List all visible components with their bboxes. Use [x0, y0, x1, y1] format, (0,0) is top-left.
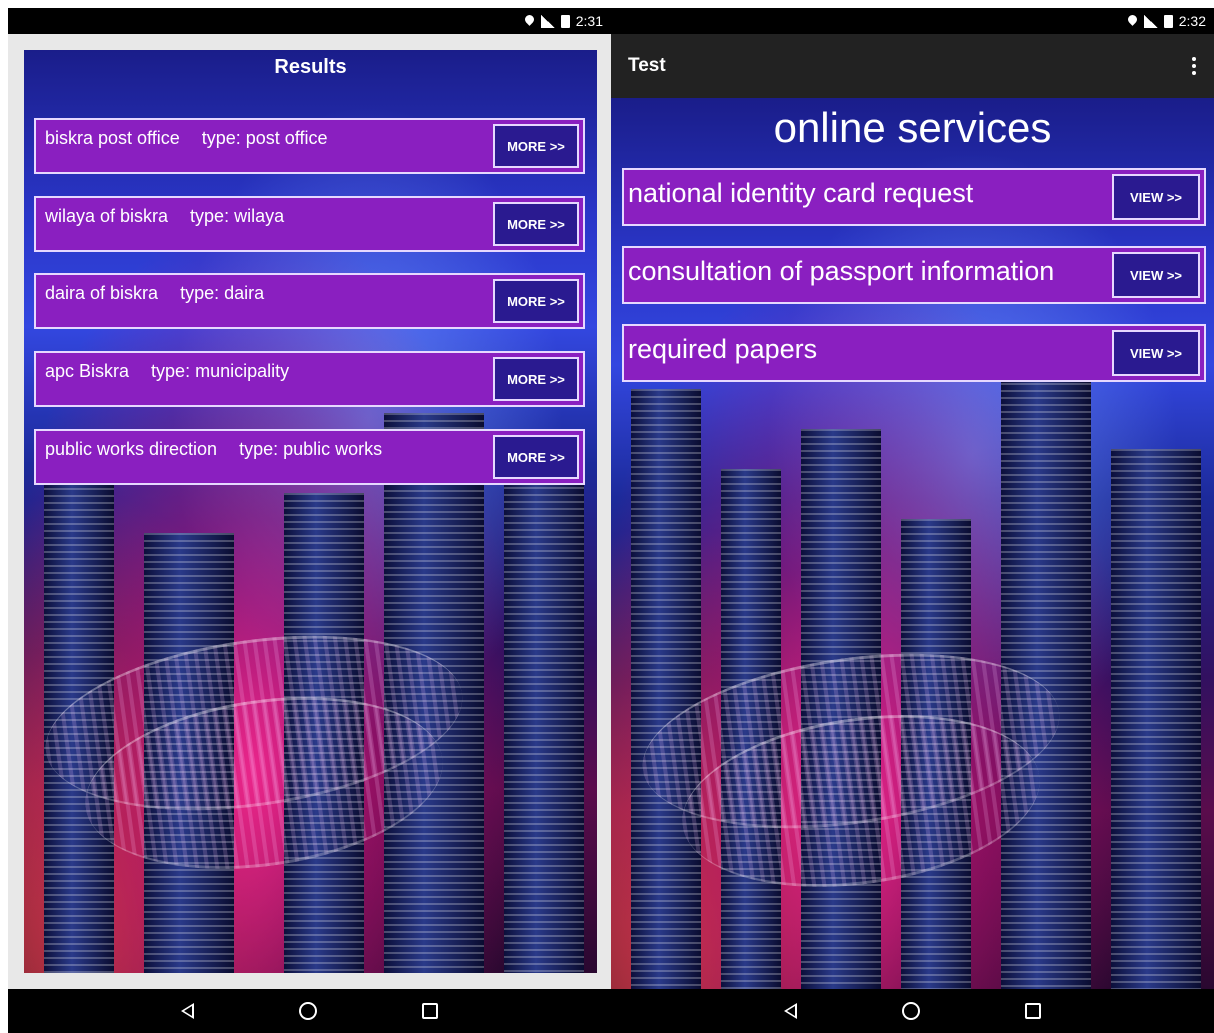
battery-icon [560, 14, 570, 28]
result-name: public works direction [45, 439, 218, 459]
service-label: required papers [628, 334, 818, 364]
location-icon [1127, 15, 1138, 28]
result-item: daira of biskra type: daira MORE >> [34, 273, 585, 329]
result-type: type: public works [239, 439, 383, 459]
status-bar: 2:31 [8, 8, 611, 34]
overflow-menu-icon[interactable] [1192, 57, 1196, 75]
recents-icon[interactable] [422, 1003, 438, 1019]
service-label: national identity card request [628, 178, 974, 208]
location-icon [524, 15, 535, 28]
status-time: 2:32 [1178, 13, 1206, 29]
status-bar: 2:32 [611, 8, 1214, 34]
view-button[interactable]: VIEW >> [1112, 252, 1200, 298]
app-title: Test [628, 55, 666, 76]
battery-icon [1163, 14, 1173, 28]
result-item: wilaya of biskra type: wilaya MORE >> [34, 196, 585, 252]
result-name: daira of biskra [45, 283, 159, 303]
result-type: type: municipality [151, 361, 290, 381]
back-icon[interactable] [784, 1003, 797, 1019]
more-button[interactable]: MORE >> [493, 435, 579, 479]
home-icon[interactable] [299, 1002, 317, 1020]
status-time: 2:31 [575, 13, 603, 29]
city-background [24, 50, 597, 973]
result-item: apc Biskra type: municipality MORE >> [34, 351, 585, 407]
view-button[interactable]: VIEW >> [1112, 330, 1200, 376]
result-type: type: daira [180, 283, 265, 303]
more-button[interactable]: MORE >> [493, 202, 579, 246]
page-title: Results [274, 56, 347, 78]
left-screen: 2:31 Results biskra post office type: pos… [8, 8, 611, 1033]
right-screen: 2:32 Test online services national ident… [611, 8, 1214, 1033]
more-button[interactable]: MORE >> [493, 279, 579, 323]
page-title: online services [773, 104, 1052, 151]
view-button[interactable]: VIEW >> [1112, 174, 1200, 220]
result-item: public works direction type: public works… [34, 429, 585, 485]
service-item: national identity card request VIEW >> [622, 168, 1206, 226]
signal-icon [1143, 14, 1158, 28]
service-label: consultation of passport information [628, 256, 1055, 286]
more-button[interactable]: MORE >> [493, 357, 579, 401]
back-icon[interactable] [181, 1003, 194, 1019]
service-item: consultation of passport information VIE… [622, 246, 1206, 304]
navigation-bar [611, 989, 1214, 1033]
result-type: type: post office [201, 128, 328, 148]
result-name: apc Biskra [45, 361, 130, 381]
app-bar: Test [611, 34, 1214, 98]
signal-icon [540, 14, 555, 28]
home-icon[interactable] [902, 1002, 920, 1020]
result-item: biskra post office type: post office MORE… [34, 118, 585, 174]
navigation-bar [8, 989, 611, 1033]
recents-icon[interactable] [1025, 1003, 1041, 1019]
more-button[interactable]: MORE >> [493, 124, 579, 168]
city-background [611, 98, 1214, 989]
result-name: biskra post office [45, 128, 180, 148]
result-type: type: wilaya [190, 206, 285, 226]
service-item: required papers VIEW >> [622, 324, 1206, 382]
result-name: wilaya of biskra [45, 206, 169, 226]
